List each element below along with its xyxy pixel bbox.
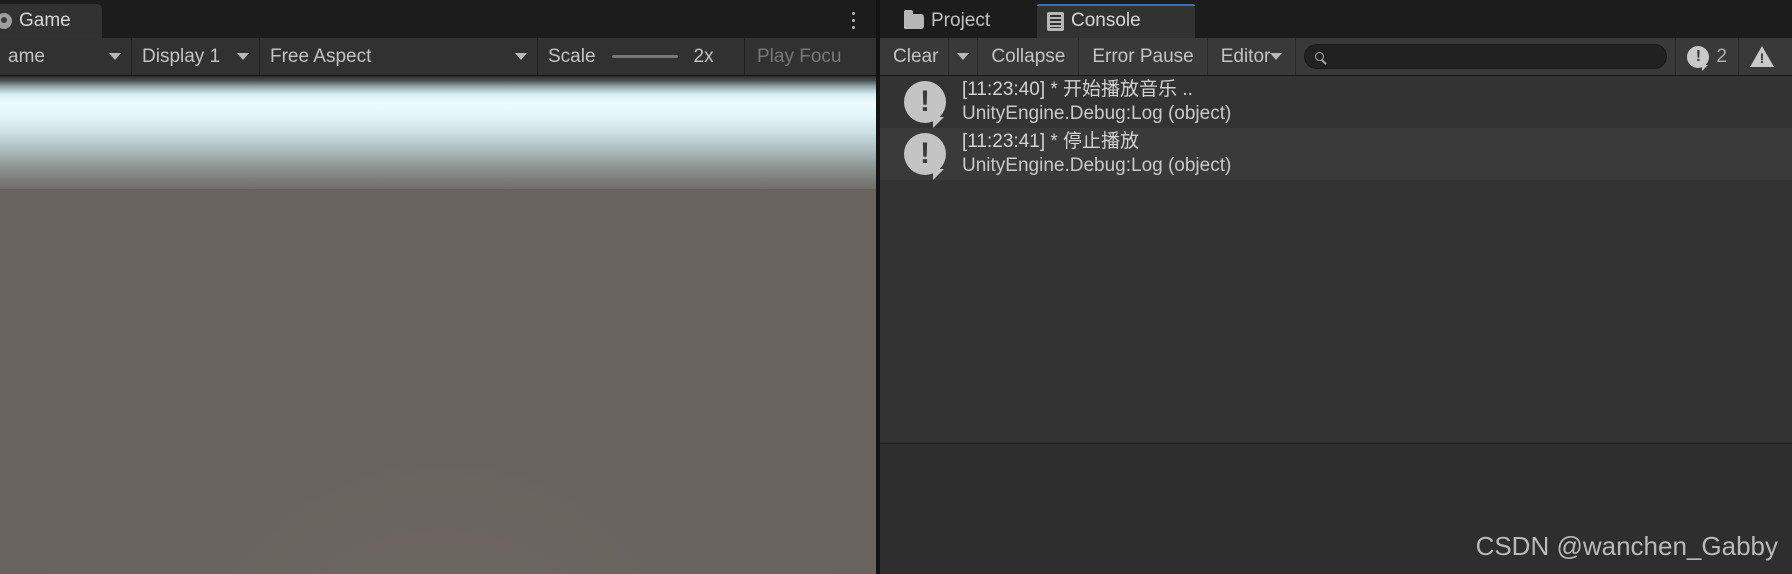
tab-game-label: Game <box>19 10 71 31</box>
collapse-label: Collapse <box>991 45 1066 67</box>
editor-root: Game ame Display 1 Free Aspect Scale 2x … <box>0 0 1792 574</box>
tab-project-label: Project <box>931 10 991 31</box>
search-field[interactable] <box>1304 44 1668 69</box>
scale-control[interactable]: Scale 2x <box>538 38 745 75</box>
editor-dropdown[interactable]: Editor <box>1208 38 1297 75</box>
aspect-ratio-dropdown[interactable]: Free Aspect <box>260 38 538 75</box>
viewport-ground <box>0 189 880 574</box>
play-focused-label: Play Focu <box>757 45 842 67</box>
game-view-icon <box>0 13 12 29</box>
log-entry[interactable]: [11:23:40] * 开始播放音乐 .. UnityEngine.Debug… <box>880 76 1792 128</box>
game-panel: Game ame Display 1 Free Aspect Scale 2x … <box>0 0 880 574</box>
collapse-button[interactable]: Collapse <box>978 38 1080 75</box>
log-stack: UnityEngine.Debug:Log (object) <box>962 103 1232 124</box>
folder-icon <box>904 9 924 29</box>
console-detail-pane[interactable]: CSDN @wanchen_Gabby <box>880 443 1792 574</box>
log-message: [11:23:40] * 开始播放音乐 .. <box>962 78 1193 100</box>
game-viewport[interactable] <box>0 76 880 574</box>
error-count-label: 2 <box>1716 45 1727 67</box>
error-pause-button[interactable]: Error Pause <box>1079 38 1208 75</box>
console-icon <box>1047 11 1064 31</box>
log-stack: UnityEngine.Debug:Log (object) <box>962 155 1232 176</box>
scale-slider[interactable] <box>611 55 678 58</box>
console-panel: Project Console Clear Collapse Error Pau… <box>880 0 1792 574</box>
viewport-sky <box>0 76 880 190</box>
clear-label: Clear <box>893 45 939 67</box>
game-tabstrip: Game <box>0 0 880 38</box>
game-toolbar: ame Display 1 Free Aspect Scale 2x Play … <box>0 38 880 76</box>
log-info-icon <box>904 81 946 128</box>
chevron-down-icon <box>515 53 527 60</box>
warning-badge-icon: ! <box>1750 46 1774 67</box>
clear-dropdown-button[interactable] <box>949 38 979 75</box>
chevron-down-icon <box>109 53 121 60</box>
chevron-down-icon <box>957 53 970 60</box>
tab-console[interactable]: Console <box>1037 4 1195 38</box>
watermark-text: CSDN @wanchen_Gabby <box>1475 531 1778 561</box>
error-count-toggle[interactable]: 2 <box>1676 38 1739 75</box>
game-mode-label: ame <box>8 45 45 67</box>
chevron-down-icon <box>237 53 249 60</box>
scale-label: Scale <box>548 45 596 67</box>
log-entry[interactable]: [11:23:41] * 停止播放 UnityEngine.Debug:Log … <box>880 128 1792 180</box>
chevron-down-icon <box>1270 53 1283 60</box>
aspect-ratio-label: Free Aspect <box>270 45 372 67</box>
log-message: [11:23:41] * 停止播放 <box>962 130 1140 152</box>
log-info-icon <box>904 133 946 180</box>
tab-accent <box>1037 4 1195 6</box>
scale-value: 2x <box>693 45 714 67</box>
game-mode-dropdown[interactable]: ame <box>0 38 132 75</box>
error-pause-label: Error Pause <box>1092 45 1194 67</box>
warning-count-toggle[interactable]: ! <box>1739 38 1792 75</box>
display-dropdown[interactable]: Display 1 <box>132 38 260 75</box>
log-entry-text: [11:23:40] * 开始播放音乐 .. UnityEngine.Debug… <box>962 78 1231 127</box>
search-icon <box>1315 52 1325 61</box>
clear-button[interactable]: Clear <box>880 38 950 75</box>
console-log-list[interactable]: [11:23:40] * 开始播放音乐 .. UnityEngine.Debug… <box>880 76 1792 442</box>
console-toolbar: Clear Collapse Error Pause Editor ! 2 ! <box>880 38 1792 76</box>
error-badge-icon <box>1687 45 1710 71</box>
search-input[interactable] <box>1331 46 1657 67</box>
log-entry-text: [11:23:41] * 停止播放 UnityEngine.Debug:Log … <box>962 130 1231 179</box>
play-focused-toggle[interactable]: Play Focu <box>745 38 851 75</box>
editor-label: Editor <box>1220 45 1271 67</box>
console-tabstrip: Project Console <box>880 0 1792 38</box>
tab-console-label: Console <box>1071 10 1141 31</box>
kebab-menu-icon[interactable] <box>842 8 864 32</box>
search-container <box>1296 38 1677 75</box>
tab-game[interactable]: Game <box>0 4 102 38</box>
tab-project[interactable]: Project <box>894 4 1036 38</box>
display-label: Display 1 <box>142 45 221 67</box>
